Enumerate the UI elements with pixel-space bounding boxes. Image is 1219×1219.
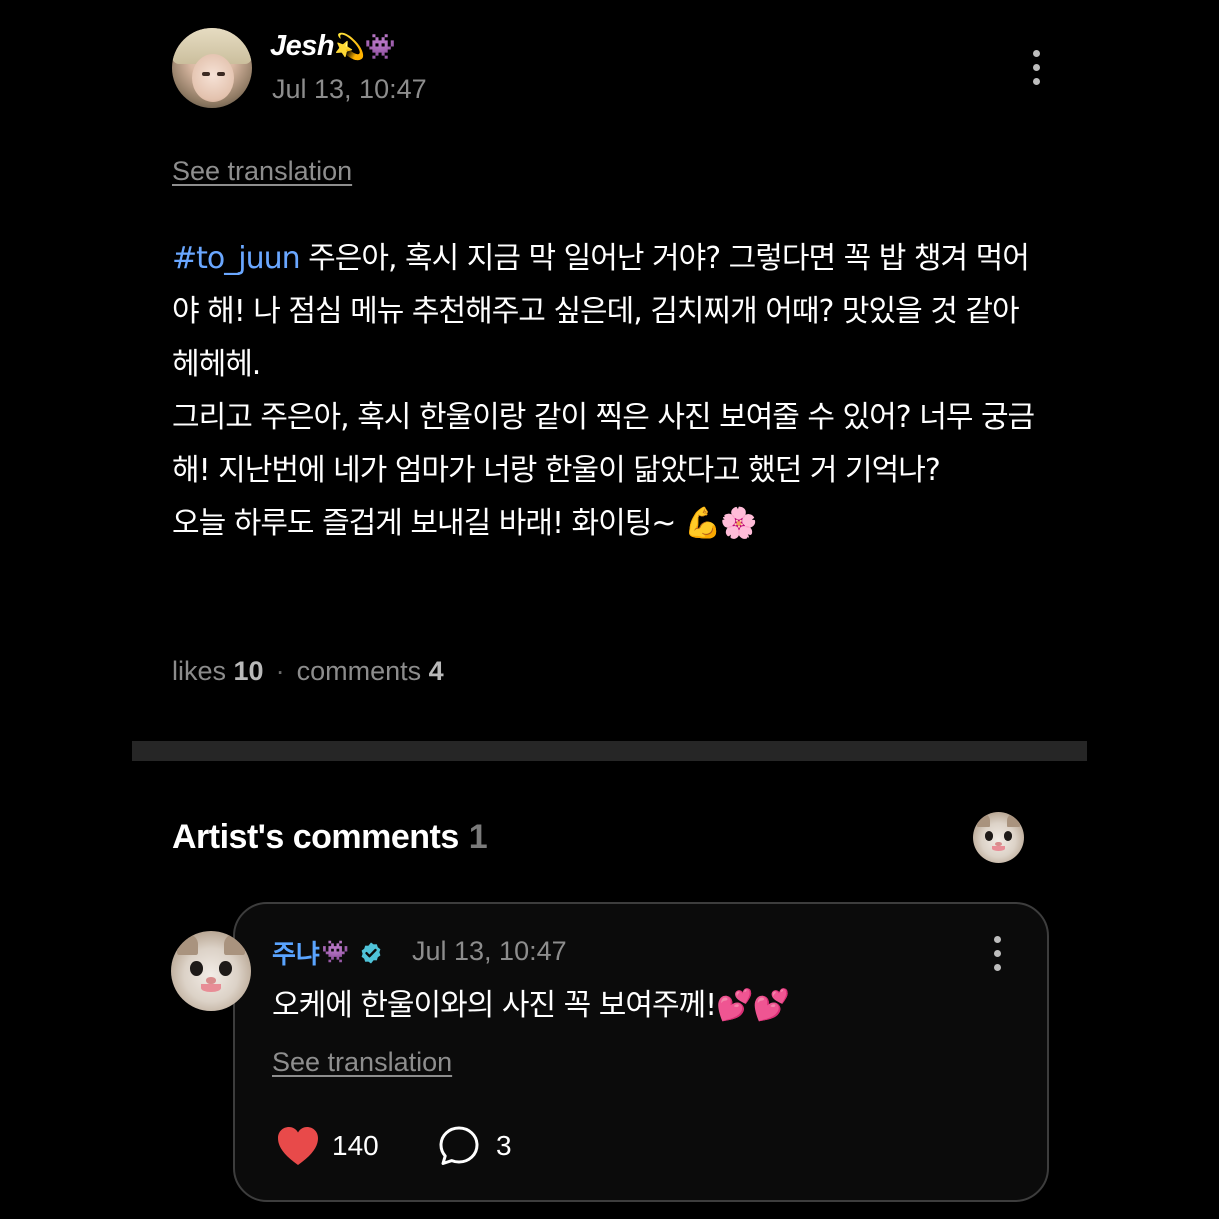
stats-separator: · — [275, 656, 285, 686]
comment-author-avatar[interactable] — [171, 931, 251, 1011]
artist-avatar-filter[interactable] — [973, 812, 1024, 863]
comment-author-name[interactable]: 주냐 👾 — [272, 934, 383, 971]
comment-more-options-button[interactable] — [985, 932, 1009, 974]
section-divider — [132, 741, 1087, 761]
comment-see-translation-link[interactable]: See translation — [272, 1047, 452, 1078]
author-name-text: Jesh — [270, 30, 335, 62]
heart-icon — [278, 1127, 318, 1165]
comment-text: 오케에 한울이와의 사진 꼭 보여주께!💕💕 — [272, 988, 790, 1023]
comments-stat[interactable]: comments 4 — [297, 656, 444, 686]
post-body-text-1: 주은아, 혹시 지금 막 일어난 거야? 그렇다면 꼭 밥 챙겨 먹어야 해! … — [172, 241, 1030, 382]
likes-count: 10 — [233, 656, 264, 686]
post-body-paragraph-1: #to_juun 주은아, 혹시 지금 막 일어난 거야? 그렇다면 꼭 밥 챙… — [172, 232, 1052, 391]
comment-timestamp: Jul 13, 10:47 — [412, 936, 567, 966]
vertical-ellipsis-icon — [1032, 49, 1040, 57]
post-see-translation-link[interactable]: See translation — [172, 156, 352, 187]
artist-comments-title: Artist's comments 1 — [172, 818, 488, 856]
vertical-ellipsis-icon — [993, 935, 1001, 943]
likes-stat[interactable]: likes 10 — [172, 656, 264, 686]
verified-badge-icon — [361, 942, 381, 963]
post-body-paragraph-2: 그리고 주은아, 혹시 한울이랑 같이 찍은 사진 보여줄 수 있어? 너무 궁… — [172, 400, 1035, 488]
author-name-emoji: 💫👾 — [334, 33, 396, 61]
post-more-options-button[interactable] — [1024, 46, 1048, 88]
post-author-avatar[interactable] — [172, 28, 252, 108]
post-body-paragraph-3: 오늘 하루도 즐겁게 보내길 바래! 화이팅~ 💪🌸 — [172, 506, 758, 541]
speech-bubble-icon — [439, 1126, 479, 1165]
post-timestamp: Jul 13, 10:47 — [272, 74, 427, 104]
comment-like-count: 140 — [332, 1130, 379, 1161]
post-author-name[interactable]: Jesh💫👾 — [270, 30, 396, 63]
comment-author-emoji: 👾 — [321, 940, 350, 965]
hashtag-link[interactable]: #to_juun — [172, 241, 301, 276]
post-body: #to_juun 주은아, 혹시 지금 막 일어난 거야? 그렇다면 꼭 밥 챙… — [172, 232, 1052, 550]
comment-reply-button[interactable]: 3 — [438, 1125, 512, 1167]
post-stats: likes 10 · comments 4 — [172, 656, 444, 687]
comment-like-button[interactable]: 140 — [276, 1125, 379, 1167]
artist-comments-count: 1 — [468, 818, 488, 856]
comment-reply-count: 3 — [496, 1130, 512, 1161]
comments-count: 4 — [428, 656, 444, 686]
